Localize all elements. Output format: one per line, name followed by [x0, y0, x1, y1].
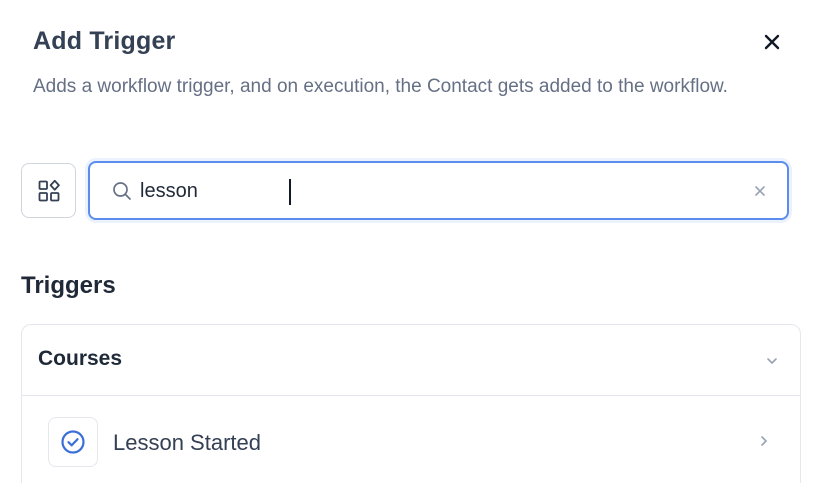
- add-trigger-panel: Add Trigger Adds a workflow trigger, and…: [0, 0, 829, 483]
- search-icon: [113, 182, 131, 200]
- trigger-search-field[interactable]: [88, 161, 789, 220]
- close-button[interactable]: [757, 27, 787, 57]
- chevron-down-icon: [767, 358, 777, 364]
- close-icon: [764, 34, 780, 50]
- clear-search-button[interactable]: [750, 181, 770, 201]
- clear-icon: [755, 186, 765, 196]
- check-circle-icon: [61, 430, 85, 454]
- trigger-item-icon-box: [48, 417, 98, 467]
- chevron-right-icon: [761, 436, 767, 446]
- group-header-courses[interactable]: Courses: [22, 325, 800, 396]
- search-input[interactable]: [140, 175, 730, 207]
- trigger-item-label: Lesson Started: [113, 430, 261, 455]
- trigger-group: Courses Lesson Started: [21, 324, 801, 483]
- category-grid-icon: [38, 179, 60, 201]
- category-filter-button[interactable]: [21, 163, 76, 218]
- panel-title: Add Trigger: [33, 27, 176, 55]
- section-title: Triggers: [21, 272, 116, 299]
- trigger-item-lesson-started[interactable]: Lesson Started: [22, 397, 800, 483]
- group-label: Courses: [38, 347, 123, 370]
- text-caret: [289, 179, 291, 205]
- panel-description: Adds a workflow trigger, and on executio…: [33, 76, 728, 97]
